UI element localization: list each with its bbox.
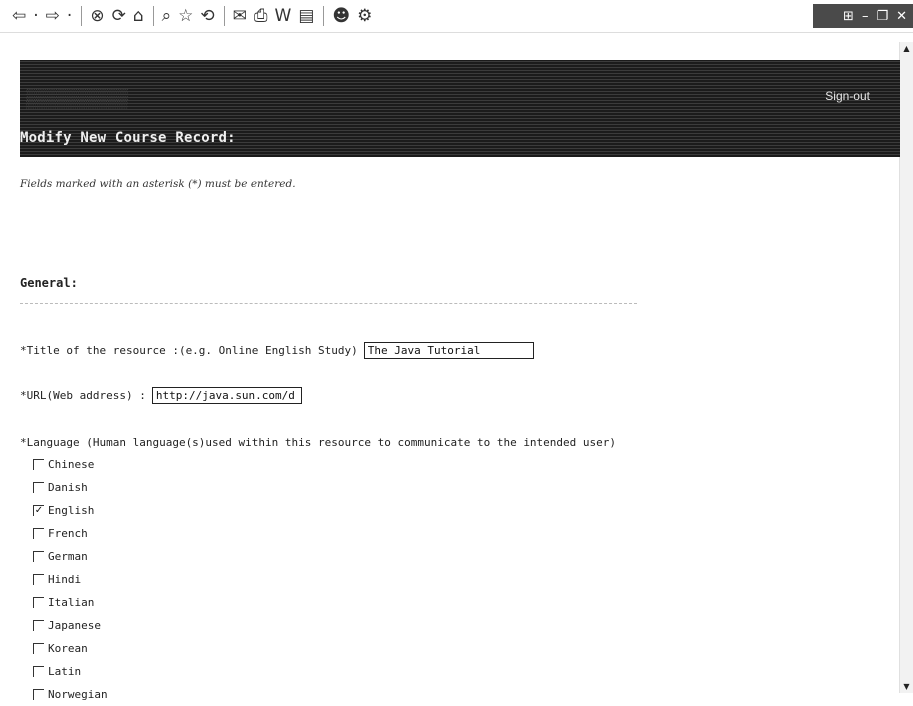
language-option: Chinese (33, 453, 108, 476)
title-input[interactable] (363, 342, 534, 359)
language-option: Korean (33, 637, 108, 660)
language-checkbox[interactable] (33, 689, 44, 700)
tools-icon[interactable]: ⚙ (357, 6, 372, 26)
messenger-icon[interactable]: ☻ (332, 6, 350, 26)
language-checkbox[interactable] (33, 551, 44, 562)
toolbar-separator (323, 6, 325, 26)
language-checkbox[interactable] (33, 666, 44, 677)
language-option-label: Italian (48, 596, 95, 609)
language-option: ✓ English (33, 499, 108, 522)
language-option: French (33, 522, 108, 545)
favorites-icon[interactable]: ☆ (178, 6, 193, 26)
toolbar-buttons: ⇦ · ⇨ · ⊗ ⟳ ⌂ ⌕ ☆ ⟲ ✉ ⎙ W ▤ ☻ ⚙ (12, 6, 379, 26)
language-option-label: Danish (48, 481, 88, 494)
language-checkbox[interactable] (33, 528, 44, 539)
title-field-row: *Title of the resource :(e.g. Online Eng… (20, 342, 534, 359)
sign-out-link[interactable]: Sign-out (825, 89, 870, 103)
language-option-label: Korean (48, 642, 88, 655)
history-icon[interactable]: ⟲ (200, 6, 214, 26)
scroll-up-icon[interactable]: ▲ (900, 42, 913, 55)
language-option-label: Japanese (48, 619, 101, 632)
discuss-icon[interactable]: ▤ (298, 6, 314, 26)
page-title: Modify New Course Record: (20, 130, 236, 146)
window-controls: ⊞ – ❐ ✕ (813, 4, 913, 28)
language-checkbox[interactable] (33, 574, 44, 585)
section-divider (20, 303, 637, 304)
minimize-icon[interactable]: – (862, 9, 869, 24)
url-input[interactable] (151, 387, 302, 404)
language-option: Latin (33, 660, 108, 683)
toolbar-separator (152, 6, 154, 26)
language-option: Norwegian (33, 683, 108, 706)
toolbar-separator (81, 6, 83, 26)
language-option-label: Hindi (48, 573, 82, 586)
refresh-icon[interactable]: ⟳ (112, 6, 126, 26)
search-icon[interactable]: ⌕ (162, 6, 172, 26)
language-option: Danish (33, 476, 108, 499)
url-field-label: *URL(Web address) : (20, 389, 146, 402)
language-label: *Language (Human language(s)used within … (20, 436, 617, 449)
language-option: German (33, 545, 108, 568)
language-checkbox[interactable]: ✓ (33, 505, 44, 516)
language-checkbox[interactable] (33, 482, 44, 493)
language-checkbox[interactable] (33, 620, 44, 631)
language-option-label: Chinese (48, 458, 95, 471)
language-option: Japanese (33, 614, 108, 637)
window-menu-icon[interactable]: ⊞ (843, 9, 854, 24)
language-checkbox[interactable] (33, 597, 44, 608)
browser-toolbar: ⇦ · ⇨ · ⊗ ⟳ ⌂ ⌕ ☆ ⟲ ✉ ⎙ W ▤ ☻ ⚙ ⊞ – ❐ ✕ (0, 0, 913, 33)
banner-logo: ▒▒▒▒▒▒▒▒ (26, 88, 129, 108)
edit-icon[interactable]: W (275, 6, 292, 26)
mail-icon[interactable]: ✉ (233, 6, 247, 26)
restore-icon[interactable]: ❐ (876, 9, 888, 24)
language-checkbox[interactable] (33, 459, 44, 470)
vertical-scrollbar[interactable]: ▲ ▼ (899, 42, 913, 693)
language-option: Hindi (33, 568, 108, 591)
url-field-row: *URL(Web address) : (20, 387, 302, 404)
language-checkbox[interactable] (33, 643, 44, 654)
section-title-general: General: (20, 276, 78, 290)
language-checkbox-list: Chinese Danish ✓ English French German Hindi It… (33, 453, 108, 706)
forward-icon[interactable]: ⇨ (46, 6, 60, 26)
toolbar-separator (223, 6, 225, 26)
back-icon[interactable]: ⇦ (12, 6, 26, 26)
home-icon[interactable]: ⌂ (133, 6, 144, 26)
language-option-label: English (48, 504, 95, 517)
language-option: Italian (33, 591, 108, 614)
dropdown-icon[interactable]: · (67, 6, 72, 26)
scroll-down-icon[interactable]: ▼ (900, 680, 913, 693)
language-option-label: German (48, 550, 88, 563)
language-option-label: Latin (48, 665, 82, 678)
title-field-label: *Title of the resource :(e.g. Online Eng… (20, 344, 358, 357)
dropdown-icon[interactable]: · (33, 6, 38, 26)
print-icon[interactable]: ⎙ (254, 6, 268, 26)
language-option-label: Norwegian (48, 688, 108, 701)
close-icon[interactable]: ✕ (896, 9, 907, 24)
stop-icon[interactable]: ⊗ (90, 6, 104, 26)
language-option-label: French (48, 527, 88, 540)
sign-out-label[interactable]: Sign-out (825, 89, 870, 103)
required-fields-note: Fields marked with an asterisk (*) must … (20, 178, 296, 190)
